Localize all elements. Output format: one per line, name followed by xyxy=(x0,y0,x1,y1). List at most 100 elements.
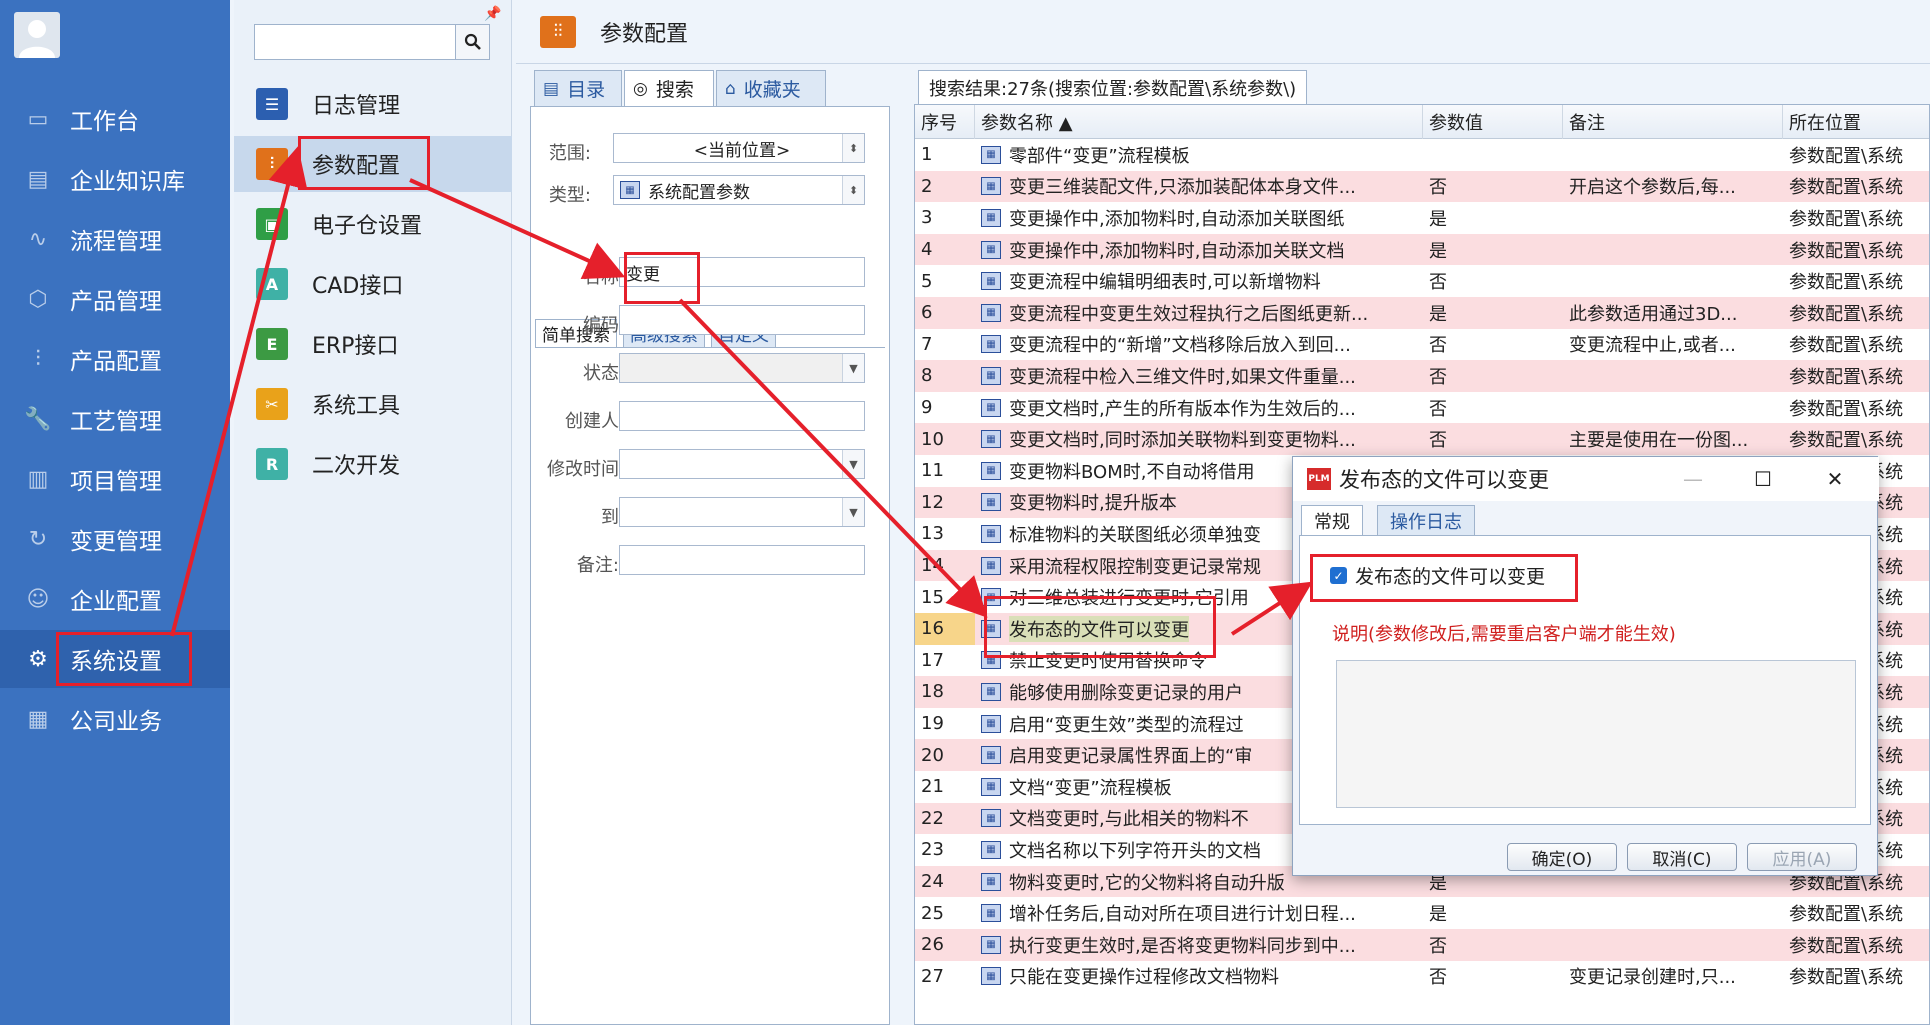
table-row[interactable]: 3 ▦ 变更操作中,添加物料时,自动添加关联图纸 是 参数配置\系统 xyxy=(915,202,1929,234)
table-row[interactable]: 9 ▦ 变更文档时,产生的所有版本作为生效后的... 否 参数配置\系统 xyxy=(915,392,1929,424)
nav-item-9[interactable]: ⚙ 系统设置 xyxy=(0,630,230,688)
nav-item-label: 企业知识库 xyxy=(70,169,185,195)
cell-no: 26 xyxy=(915,929,975,961)
search-icon xyxy=(464,33,481,50)
sub-item-label: CAD接口 xyxy=(312,274,404,299)
nav-item-label: 公司业务 xyxy=(70,709,162,735)
spinner-icon[interactable]: ⬍ xyxy=(842,134,864,162)
sub-item-3[interactable]: A CAD接口 xyxy=(234,256,512,312)
tab-general[interactable]: 常规 xyxy=(1301,505,1363,535)
user-icon xyxy=(19,20,55,58)
table-row[interactable]: 5 ▦ 变更流程中编辑明细表时,可以新增物料 否 参数配置\系统 xyxy=(915,265,1929,297)
sub-item-2[interactable]: ▣ 电子仓设置 xyxy=(234,196,512,252)
table-row[interactable]: 1 ▦ 零部件“变更”流程模板 参数配置\系统 xyxy=(915,139,1929,171)
nav-item-1[interactable]: ▤ 企业知识库 xyxy=(0,150,230,208)
nav-item-5[interactable]: 🔧 工艺管理 xyxy=(0,390,230,448)
col-header-name[interactable]: 参数名称 ▲ xyxy=(975,105,1423,139)
results-tab[interactable]: 搜索结果:27条(搜索位置:参数配置\系统参数\) xyxy=(918,70,1308,104)
cell-no: 19 xyxy=(915,708,975,740)
col-header-note[interactable]: 备注 xyxy=(1563,105,1783,139)
cell-name: ▦ 变更三维装配文件,只添加装配体本身文件... xyxy=(975,171,1423,203)
nav-item-label: 企业配置 xyxy=(70,589,162,615)
sub-item-4[interactable]: E ERP接口 xyxy=(234,316,512,372)
table-row[interactable]: 25 ▦ 增补任务后,自动对所在项目进行计划日程... 是 参数配置\系统 xyxy=(915,897,1929,929)
sub-item-6[interactable]: R 二次开发 xyxy=(234,436,512,492)
cell-name: ▦ 增补任务后,自动对所在项目进行计划日程... xyxy=(975,897,1423,929)
sub-item-0[interactable]: ☰ 日志管理 xyxy=(234,76,512,132)
param-icon: ▦ xyxy=(981,904,1001,923)
cell-text: 变更三维装配文件,只添加装配体本身文件... xyxy=(1009,177,1356,199)
field-input-1[interactable] xyxy=(619,305,865,335)
field-input-3[interactable] xyxy=(619,401,865,431)
dialog-textarea[interactable] xyxy=(1336,660,1856,808)
table-row[interactable]: 10 ▦ 变更文档时,同时添加关联物料到变更物料... 否 主要是使用在一份图... 参数… xyxy=(915,423,1929,455)
nav-item-2[interactable]: ∿ 流程管理 xyxy=(0,210,230,268)
table-row[interactable]: 4 ▦ 变更操作中,添加物料时,自动添加关联文档 是 参数配置\系统 xyxy=(915,233,1929,266)
chevron-down-icon[interactable]: ▼ xyxy=(842,498,864,526)
tab-operation-log[interactable]: 操作日志 xyxy=(1377,505,1475,535)
nav-item-0[interactable]: ▭ 工作台 xyxy=(0,90,230,148)
chevron-down-icon[interactable]: ▼ xyxy=(842,450,864,478)
table-row[interactable]: 8 ▦ 变更流程中检入三维文件时,如果文件重量... 否 参数配置\系统 xyxy=(915,360,1929,392)
cell-loc: 参数配置\系统 xyxy=(1783,139,1929,171)
cell-text: 主要是使用在一份图... xyxy=(1569,430,1749,452)
field-input-6[interactable] xyxy=(619,545,865,575)
nav-item-7[interactable]: ↻ 变更管理 xyxy=(0,510,230,568)
field-label: 修改时间 xyxy=(547,459,619,480)
nav-item-3[interactable]: ⬡ 产品管理 xyxy=(0,270,230,328)
table-row[interactable]: 27 ▦ 只能在变更操作过程修改文档物料 否 变更记录创建时,只... 参数配置\系统 xyxy=(915,961,1929,993)
col-header-location[interactable]: 所在位置 xyxy=(1783,105,1929,139)
apply-button[interactable]: 应用(A) xyxy=(1747,843,1857,871)
field-input-5[interactable]: ▼ xyxy=(619,497,865,527)
tab-favorites[interactable]: ⌂ 收藏夹 xyxy=(716,70,826,106)
release-change-checkbox[interactable]: ✓ 发布态的文件可以变更 xyxy=(1330,562,1545,589)
cell-loc: 参数配置\系统 xyxy=(1783,297,1929,329)
scope-select[interactable]: <当前位置> ⬍ xyxy=(613,133,865,163)
cell-no: 6 xyxy=(915,297,975,329)
table-row[interactable]: 6 ▦ 变更流程中变更生效过程执行之后图纸更新... 是 此参数适用通过3D... 参数配… xyxy=(915,297,1929,329)
cell-no: 10 xyxy=(915,423,975,455)
log-icon: ☰ xyxy=(256,88,288,120)
nav-item-8[interactable]: ☺ 企业配置 xyxy=(0,570,230,628)
cell-text: 变更文档时,同时添加关联物料到变更物料... xyxy=(1009,430,1356,452)
cancel-button[interactable]: 取消(C) xyxy=(1627,843,1737,871)
cell-text: 开启这个参数后,每... xyxy=(1569,177,1736,199)
cell-name: ▦ 变更流程中检入三维文件时,如果文件重量... xyxy=(975,360,1423,392)
tab-search[interactable]: ◎ 搜索 xyxy=(624,70,714,106)
tab-catalog[interactable]: ▤ 目录 xyxy=(534,70,622,106)
table-row[interactable]: 2 ▦ 变更三维装配文件,只添加装配体本身文件... 否 开启这个参数后,每... 参数配… xyxy=(915,170,1929,203)
pin-icon[interactable]: 📌 xyxy=(484,6,501,22)
search-button[interactable] xyxy=(455,25,489,59)
field-label: 到 xyxy=(601,507,619,528)
nav-item-6[interactable]: ▥ 项目管理 xyxy=(0,450,230,508)
cell-text: 参数配置\系统 xyxy=(1789,240,1904,262)
spinner-icon[interactable]: ⬍ xyxy=(842,176,864,204)
ok-button[interactable]: 确定(O) xyxy=(1507,843,1617,871)
close-button[interactable]: ✕ xyxy=(1805,457,1865,501)
cell-no: 9 xyxy=(915,392,975,424)
maximize-button[interactable]: ☐ xyxy=(1733,457,1793,501)
table-row[interactable]: 26 ▦ 执行变更生效时,是否将变更物料同步到中... 否 参数配置\系统 xyxy=(915,929,1929,961)
nav-item-10[interactable]: ▦ 公司业务 xyxy=(0,690,230,748)
nav-item-4[interactable]: ⫶ 产品配置 xyxy=(0,330,230,388)
field-input-2[interactable]: ▼ xyxy=(619,353,865,383)
cell-value: 否 xyxy=(1423,360,1563,392)
avatar[interactable] xyxy=(14,12,60,58)
sliders-icon: ⫶ xyxy=(35,346,41,372)
search-panel: ▤ 目录 ◎ 搜索 ⌂ 收藏夹 范围: <当前位置> ⬍ 类型: ▦ 系统配置参… xyxy=(516,66,894,1025)
table-row[interactable]: 7 ▦ 变更流程中的“新增”文档移除后放入到回... 否 变更流程中止,或者... 参数配… xyxy=(915,329,1929,361)
col-header-value[interactable]: 参数值 xyxy=(1423,105,1563,139)
col-header-no[interactable]: 序号 xyxy=(915,105,975,139)
field-input-4[interactable]: ▼ xyxy=(619,449,865,479)
subnav-search-input[interactable] xyxy=(255,25,455,59)
cell-loc: 参数配置\系统 xyxy=(1783,392,1929,424)
field-input-0[interactable]: 变更 xyxy=(619,257,865,287)
cell-no: 7 xyxy=(915,329,975,361)
minimize-button[interactable]: — xyxy=(1663,457,1723,501)
type-select[interactable]: ▦ 系统配置参数 ⬍ xyxy=(613,175,865,205)
chevron-down-icon[interactable]: ▼ xyxy=(842,354,864,382)
sub-item-5[interactable]: ✂ 系统工具 xyxy=(234,376,512,432)
cell-text: 6 xyxy=(921,302,933,324)
nav-item-label: 系统设置 xyxy=(70,649,162,675)
sub-item-1[interactable]: ⫶ 参数配置 xyxy=(234,136,512,192)
